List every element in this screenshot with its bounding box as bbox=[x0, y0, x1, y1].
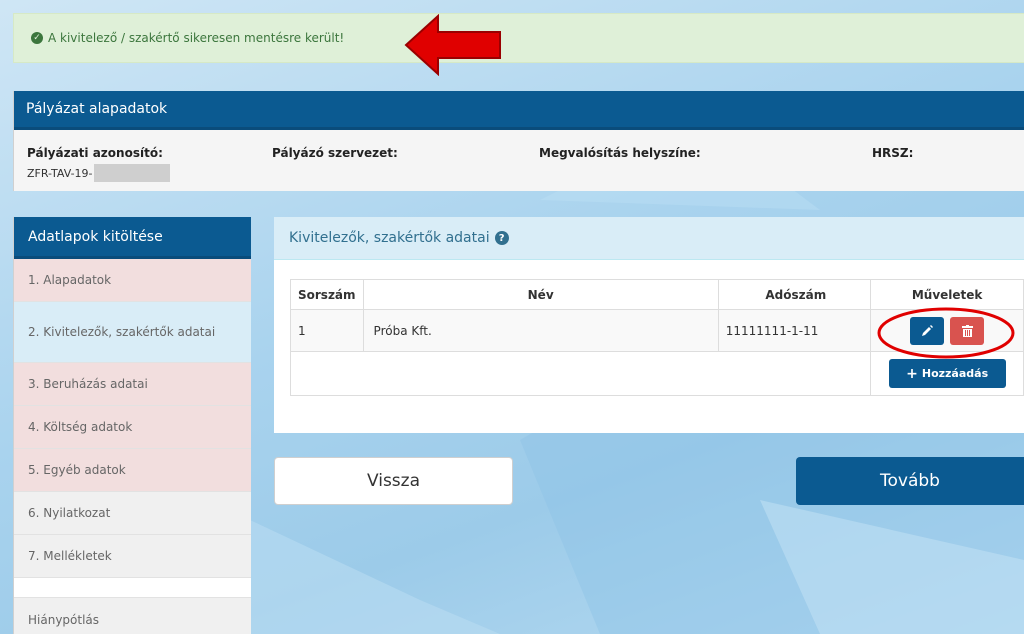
project-panel-title: Pályázat alapadatok bbox=[14, 91, 1024, 130]
question-circle-icon[interactable]: ? bbox=[494, 231, 509, 245]
hrsz-label: HRSZ: bbox=[872, 146, 914, 160]
plus-icon: + bbox=[906, 365, 918, 382]
sidebar-item-alapadatok[interactable]: 1. Alapadatok bbox=[14, 259, 251, 302]
location-field: Megvalósítás helyszíne: bbox=[539, 146, 701, 160]
sidebar-item-egyeb[interactable]: 5. Egyéb adatok bbox=[14, 449, 251, 492]
sidebar-item-hianypotlas[interactable]: Hiánypótlás bbox=[14, 598, 251, 634]
row-tax-number: 11111111-1-11 bbox=[717, 309, 872, 352]
redacted-block bbox=[93, 164, 170, 182]
sidebar-spacer bbox=[14, 578, 251, 598]
red-arrow-annotation bbox=[404, 14, 501, 76]
sidebar-item-nyilatkozat[interactable]: 6. Nyilatkozat bbox=[14, 492, 251, 535]
add-button-label: Hozzáadás bbox=[921, 367, 989, 380]
column-header-adoszam: Adószám bbox=[717, 279, 872, 310]
project-id-field: Pályázati azonosító: ZFR-TAV-19- bbox=[27, 146, 170, 182]
column-header-muveletek: Műveletek bbox=[870, 279, 1024, 310]
location-label: Megvalósítás helyszíne: bbox=[539, 146, 701, 160]
sidebar-item-beruhazas[interactable]: 3. Beruházás adatai bbox=[14, 363, 251, 406]
hrsz-field: HRSZ: bbox=[872, 146, 913, 160]
row-name: Próba Kft. bbox=[362, 309, 719, 352]
check-circle-icon: ✓ bbox=[31, 32, 43, 44]
row-index: 1 bbox=[290, 309, 364, 352]
sidebar-item-kivitelezok[interactable]: 2. Kivitelezők, szakértők adatai bbox=[14, 302, 251, 363]
sidebar-title: Adatlapok kitöltése bbox=[14, 217, 251, 259]
project-panel: Pályázat alapadatok Pályázati azonosító:… bbox=[13, 91, 1024, 191]
success-message: A kivitelező / szakértő sikeresen mentés… bbox=[48, 31, 345, 45]
red-ellipse-annotation bbox=[877, 307, 1015, 359]
success-alert: ✓ A kivitelező / szakértő sikeresen ment… bbox=[13, 13, 1024, 63]
project-id-value: ZFR-TAV-19- bbox=[27, 166, 93, 180]
applicant-field: Pályázó szervezet: bbox=[272, 146, 398, 160]
sidebar-item-koltseg[interactable]: 4. Költség adatok bbox=[14, 406, 251, 449]
back-button[interactable]: Vissza bbox=[274, 457, 513, 505]
project-id-label: Pályázati azonosító: bbox=[27, 146, 163, 160]
column-header-sorszam: Sorszám bbox=[290, 279, 364, 310]
add-button[interactable]: + Hozzáadás bbox=[888, 359, 1006, 388]
applicant-label: Pályázó szervezet: bbox=[272, 146, 398, 160]
column-header-nev: Név bbox=[362, 279, 719, 310]
sidebar-item-mellekletek[interactable]: 7. Mellékletek bbox=[14, 535, 251, 578]
contractors-panel-title: Kivitelezők, szakértők adatai bbox=[289, 230, 490, 246]
contractors-panel-header: Kivitelezők, szakértők adatai ? bbox=[274, 217, 1024, 260]
next-button[interactable]: Tovább bbox=[796, 457, 1024, 505]
sidebar: Adatlapok kitöltése 1. Alapadatok 2. Kiv… bbox=[13, 217, 251, 634]
